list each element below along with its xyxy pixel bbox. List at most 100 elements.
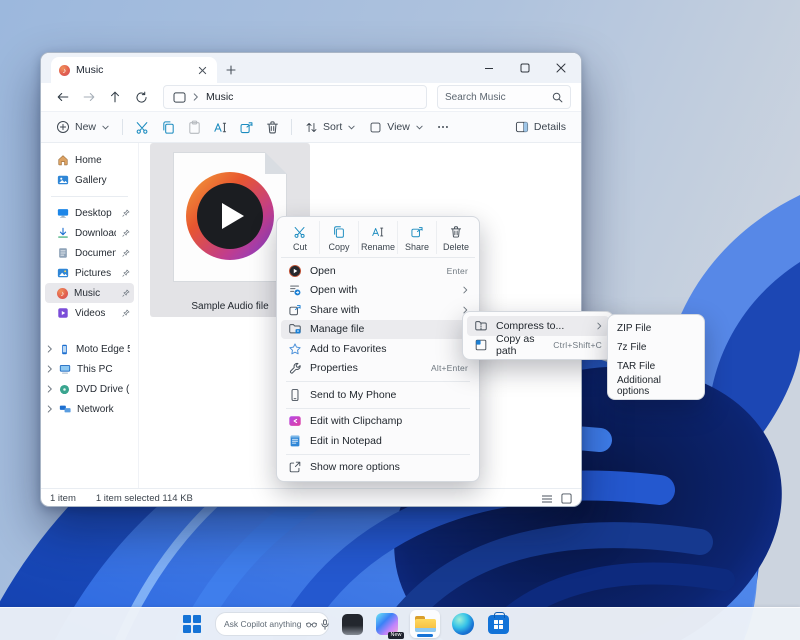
- menu-item-label: 7z File: [617, 342, 646, 353]
- new-button[interactable]: New: [49, 115, 116, 139]
- menu-item-manage-file[interactable]: Manage file: [281, 320, 475, 340]
- sidebar-item-documents[interactable]: Documents: [45, 243, 134, 263]
- pictures-icon: [57, 267, 69, 279]
- taskbar-dark-app-icon[interactable]: [340, 612, 364, 636]
- sidebar-item-this-pc[interactable]: This PC: [45, 359, 134, 379]
- menu-item-label: ZIP File: [617, 323, 651, 334]
- forward-button[interactable]: [77, 86, 101, 108]
- chevron-down-icon: [102, 125, 109, 130]
- close-button[interactable]: [543, 53, 579, 83]
- menu-item-add-to-favorites[interactable]: Add to Favorites: [281, 339, 475, 359]
- selection-info: 1 item selected 114 KB: [96, 493, 193, 504]
- new-tab-button[interactable]: [217, 57, 245, 83]
- item-count: 1 item: [50, 493, 76, 504]
- up-button[interactable]: [103, 86, 127, 108]
- sidebar-item-gallery[interactable]: Gallery: [45, 170, 134, 190]
- open-icon: [288, 264, 302, 278]
- details-pane-button[interactable]: Details: [508, 115, 573, 139]
- new-plus-icon: [56, 120, 70, 134]
- context-menu-actions: Cut Copy Rename Share: [281, 221, 475, 258]
- sidebar-item-network[interactable]: Network: [45, 399, 134, 419]
- submenu-chevron-icon: [597, 322, 602, 330]
- copy-button[interactable]: [155, 115, 181, 139]
- notepad-icon: [288, 434, 302, 448]
- taskbar-copilot-icon[interactable]: New: [375, 612, 399, 636]
- cut-button[interactable]: [129, 115, 155, 139]
- sidebar-item-phone[interactable]: Moto Edge 50 Neo: [45, 339, 134, 359]
- menu-item-open[interactable]: Open Enter: [281, 261, 475, 281]
- sidebar-item-dvd-drive[interactable]: DVD Drive (D:) CCC: [45, 379, 134, 399]
- title-bar[interactable]: Music: [41, 53, 581, 83]
- breadcrumb[interactable]: Music: [163, 85, 427, 109]
- gallery-icon: [57, 174, 69, 186]
- minimize-button[interactable]: [471, 53, 507, 83]
- sort-button[interactable]: Sort: [298, 115, 362, 139]
- share-action[interactable]: Share: [398, 221, 437, 254]
- submenu-item-7z-file[interactable]: 7z File: [612, 338, 700, 357]
- taskbar-edge-icon[interactable]: [451, 612, 475, 636]
- this-pc-icon: [59, 363, 71, 375]
- menu-shortcut: Alt+Enter: [431, 363, 468, 373]
- sidebar-item-desktop[interactable]: Desktop: [45, 203, 134, 223]
- sidebar-item-home[interactable]: Home: [45, 150, 134, 170]
- new-label: New: [75, 121, 96, 133]
- rename-button[interactable]: [207, 115, 233, 139]
- share-icon: [410, 225, 424, 239]
- share-button[interactable]: [233, 115, 259, 139]
- pin-icon: [122, 249, 130, 257]
- delete-button[interactable]: [259, 115, 285, 139]
- view-button[interactable]: View: [362, 115, 430, 139]
- sort-icon: [305, 121, 318, 134]
- details-view-toggle-icon[interactable]: [541, 494, 553, 504]
- search-input[interactable]: Search Music: [437, 85, 571, 109]
- sidebar-item-music[interactable]: Music: [45, 283, 134, 303]
- back-button[interactable]: [51, 86, 75, 108]
- taskbar-store-icon[interactable]: [486, 612, 510, 636]
- copilot-search-box[interactable]: Ask Copilot anything: [215, 612, 329, 636]
- window-controls: [471, 53, 579, 83]
- copy-action[interactable]: Copy: [320, 221, 359, 254]
- sidebar-item-label: This PC: [77, 364, 113, 375]
- cut-action[interactable]: Cut: [281, 221, 320, 254]
- menu-separator: [286, 454, 470, 455]
- menu-item-show-more-options[interactable]: Show more options: [281, 458, 475, 478]
- submenu-item-copy-as-path[interactable]: Copy as path Ctrl+Shift+C: [467, 336, 609, 356]
- pin-icon: [122, 209, 130, 217]
- paste-button[interactable]: [181, 115, 207, 139]
- menu-item-open-with[interactable]: Open with: [281, 281, 475, 301]
- menu-item-send-to-my-phone[interactable]: Send to My Phone: [281, 385, 475, 405]
- audio-file-icon: [173, 152, 287, 282]
- refresh-button[interactable]: [129, 86, 153, 108]
- tab-close-icon[interactable]: [196, 64, 209, 77]
- explorer-tab-music[interactable]: Music: [51, 57, 217, 83]
- show-more-icon: [288, 460, 302, 474]
- pin-icon: [122, 289, 130, 297]
- taskbar: Ask Copilot anything New: [0, 607, 800, 640]
- downloads-icon: [57, 227, 69, 239]
- menu-item-edit-in-notepad[interactable]: Edit in Notepad: [281, 431, 475, 451]
- copy-label: Copy: [328, 242, 349, 252]
- maximize-button[interactable]: [507, 53, 543, 83]
- submenu-item-zip-file[interactable]: ZIP File: [612, 319, 700, 338]
- submenu-item-additional-options[interactable]: Additional options: [612, 376, 700, 395]
- more-options-button[interactable]: [430, 115, 456, 139]
- dvd-drive-icon: [47, 385, 53, 393]
- menu-item-properties[interactable]: Properties Alt+Enter: [281, 359, 475, 379]
- start-button[interactable]: [180, 612, 204, 636]
- sidebar-item-label: Downloads: [75, 228, 116, 239]
- documents-icon: [57, 247, 69, 259]
- menu-item-share-with[interactable]: Share with: [281, 300, 475, 320]
- taskbar-file-explorer-icon[interactable]: [410, 610, 440, 638]
- microphone-icon[interactable]: [321, 619, 329, 630]
- large-icons-view-toggle-icon[interactable]: [561, 493, 572, 504]
- delete-action[interactable]: Delete: [437, 221, 475, 254]
- submenu-item-tar-file[interactable]: TAR File: [612, 357, 700, 376]
- menu-item-edit-with-clipchamp[interactable]: Edit with Clipchamp: [281, 412, 475, 432]
- sidebar-item-downloads[interactable]: Downloads: [45, 223, 134, 243]
- sidebar-item-label: Home: [75, 155, 102, 166]
- store-logo-icon: [488, 615, 509, 634]
- sidebar-item-pictures[interactable]: Pictures: [45, 263, 134, 283]
- rename-action[interactable]: Rename: [359, 221, 398, 254]
- folder-icon: [415, 616, 436, 632]
- sidebar-item-videos[interactable]: Videos: [45, 303, 134, 323]
